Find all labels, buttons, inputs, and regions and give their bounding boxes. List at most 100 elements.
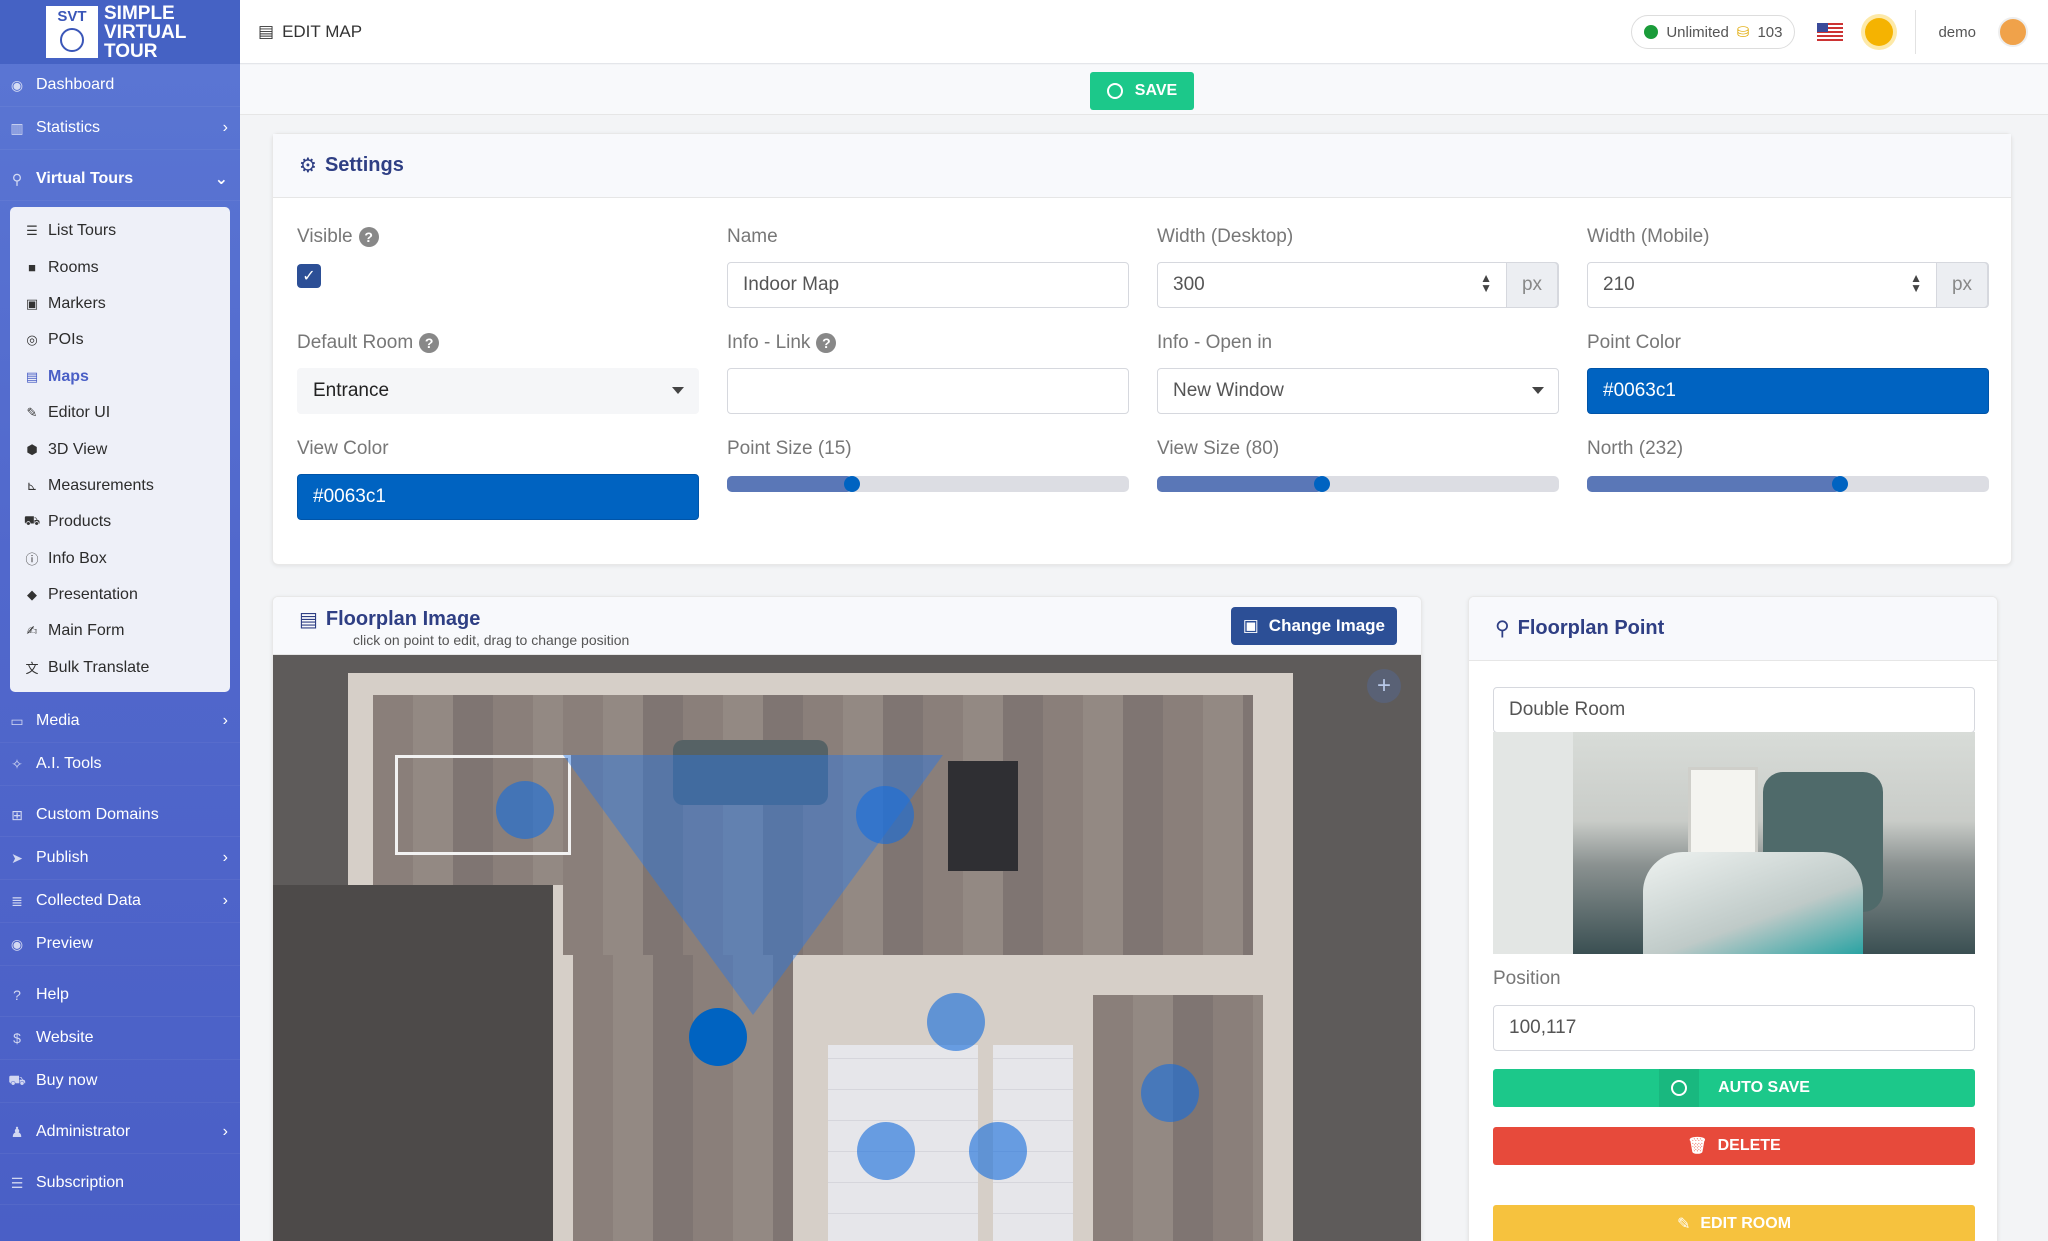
chevron-down-icon: ⌄ xyxy=(214,171,228,188)
sidebar-item-editor-ui[interactable]: ✎ Editor UI xyxy=(10,395,230,431)
width-mobile-input[interactable]: 210 ▲ ▼ px xyxy=(1587,262,1989,308)
sidebar-item-3d-view[interactable]: ⬢ 3D View xyxy=(10,431,230,467)
help-icon[interactable]: ? xyxy=(419,332,440,353)
change-image-button[interactable]: ▣ Change Image xyxy=(1230,607,1397,645)
sidebar-item-info-box[interactable]: ⓘ Info Box xyxy=(10,541,230,577)
logo-line-2: VIRTUAL xyxy=(104,21,187,43)
sidebar-item-label: Maps xyxy=(48,367,89,385)
map-point-active[interactable] xyxy=(689,1008,747,1066)
default-room-label: Default Room? xyxy=(297,332,440,354)
sidebar-item-presentation[interactable]: ◆ Presentation xyxy=(10,577,230,613)
sidebar-item-measurements[interactable]: ⊾ Measurements xyxy=(10,468,230,504)
delete-button[interactable]: 🗑 DELETE xyxy=(1493,1127,1975,1165)
auto-save-button[interactable]: AUTO SAVE xyxy=(1493,1069,1975,1107)
delete-label: DELETE xyxy=(1717,1137,1781,1154)
user-name[interactable]: demo xyxy=(1938,24,1976,41)
sidebar-item-list-tours[interactable]: ☰ List Tours xyxy=(10,213,230,249)
settings-header: ⚙ Settings xyxy=(273,134,2011,198)
map-point[interactable] xyxy=(1141,1064,1199,1122)
sidebar-item-label: Collected Data xyxy=(36,892,141,910)
name-label: Name xyxy=(727,226,778,247)
default-room-label-text: Default Room xyxy=(297,332,414,353)
auto-save-toggle[interactable] xyxy=(1659,1069,1699,1107)
sidebar-item-maps[interactable]: ▤ Maps xyxy=(10,359,230,395)
width-desktop-input[interactable]: 300 ▲ ▼ px xyxy=(1157,262,1559,308)
sidebar-item-dashboard[interactable]: ◉ Dashboard xyxy=(0,64,240,107)
map-point[interactable] xyxy=(969,1122,1027,1180)
view-size-slider[interactable] xyxy=(1157,476,1559,492)
info-open-value: New Window xyxy=(1173,380,1284,401)
width-desktop-value: 300 xyxy=(1173,274,1205,295)
north-slider[interactable] xyxy=(1587,476,1989,492)
sun-icon[interactable] xyxy=(1865,18,1894,46)
default-room-select[interactable]: Entrance xyxy=(297,368,699,414)
floorplan-map[interactable]: + xyxy=(273,655,1421,1241)
point-color-input[interactable]: #0063c1 xyxy=(1587,368,1989,414)
chevron-right-icon: › xyxy=(222,712,228,730)
sidebar-item-main-form[interactable]: ✍ Main Form xyxy=(10,613,230,649)
avatar[interactable] xyxy=(1998,17,2028,47)
slider-handle[interactable] xyxy=(843,476,860,492)
sidebar-item-bulk-translate[interactable]: 文 Bulk Translate xyxy=(10,650,230,686)
sidebar-item-label: Editor UI xyxy=(48,404,111,422)
save-button[interactable]: SAVE xyxy=(1090,72,1194,110)
info-link-input[interactable] xyxy=(727,368,1129,414)
sidebar-item-custom-domains[interactable]: ⊞ Custom Domains xyxy=(0,794,240,838)
edit-room-button[interactable]: ✎ EDIT ROOM xyxy=(1493,1205,1975,1241)
sidebar-item-pois[interactable]: ◎ POIs xyxy=(10,322,230,358)
sidebar-item-publish[interactable]: ➤ Publish › xyxy=(0,837,240,881)
sidebar-item-website[interactable]: $ Website xyxy=(0,1017,240,1061)
map-point[interactable] xyxy=(856,786,914,844)
sidebar-item-virtual-tours[interactable]: ⚲ Virtual Tours ⌄ xyxy=(0,158,240,201)
name-input[interactable]: Indoor Map xyxy=(727,262,1129,308)
view-color-label: View Color xyxy=(297,438,389,459)
sidebar-item-media[interactable]: ▭ Media › xyxy=(0,700,240,744)
sidebar-item-buy-now[interactable]: ⛟ Buy now xyxy=(0,1060,240,1104)
trash-icon: 🗑 xyxy=(1687,1138,1708,1155)
room-name-field[interactable]: Double Room xyxy=(1493,687,1975,733)
point-size-slider[interactable] xyxy=(727,476,1129,492)
sidebar-item-statistics[interactable]: ▥ Statistics › xyxy=(0,107,240,150)
view-color-input[interactable]: #0063c1 xyxy=(297,474,699,520)
sidebar-item-rooms[interactable]: ■ Rooms xyxy=(10,249,230,285)
chevron-right-icon: › xyxy=(222,119,228,136)
zoom-in-button[interactable]: + xyxy=(1367,669,1401,703)
database-icon: ≣ xyxy=(11,892,23,909)
us-flag-icon[interactable] xyxy=(1817,23,1844,41)
stepper-icon[interactable]: ▲ ▼ xyxy=(1480,272,1492,294)
ruler-icon: ⊾ xyxy=(26,477,38,493)
sidebar-item-collected-data[interactable]: ≣ Collected Data › xyxy=(0,880,240,924)
edit-room-label: EDIT ROOM xyxy=(1700,1215,1792,1232)
sidebar-item-help[interactable]: ? Help xyxy=(0,974,240,1018)
sidebar-item-subscription[interactable]: ☰ Subscription xyxy=(0,1162,240,1206)
map-point[interactable] xyxy=(927,993,985,1051)
info-open-select[interactable]: New Window xyxy=(1157,368,1559,414)
stepper-icon[interactable]: ▲ ▼ xyxy=(1910,272,1922,294)
save-button-label: SAVE xyxy=(1134,82,1178,99)
virtual-tours-submenu: ☰ List Tours ■ Rooms ▣ Markers ◎ POIs ▤ Maps … xyxy=(10,207,230,693)
sidebar-item-administrator[interactable]: ♟ Administrator › xyxy=(0,1111,240,1155)
floorplan-table xyxy=(948,761,1018,871)
sidebar-item-label: Markers xyxy=(48,294,106,312)
logo-badge-text: SVT xyxy=(57,8,87,25)
map-point[interactable] xyxy=(496,781,554,839)
visible-label-text: Visible xyxy=(297,226,353,247)
slider-handle[interactable] xyxy=(1832,476,1849,492)
map-point[interactable] xyxy=(857,1122,915,1180)
sidebar-item-ai-tools[interactable]: ✧ A.I. Tools xyxy=(0,743,240,787)
point-color-label: Point Color xyxy=(1587,332,1681,353)
position-input[interactable]: 100,117 xyxy=(1493,1005,1975,1051)
sidebar-item-label: Products xyxy=(48,513,112,531)
plan-badge[interactable]: Unlimited ⛁ 103 xyxy=(1631,15,1796,49)
sidebar-item-markers[interactable]: ▣ Markers xyxy=(10,286,230,322)
sitemap-icon: ⊞ xyxy=(11,806,23,823)
logo[interactable]: SVT SIMPLE VIRTUAL TOUR xyxy=(0,0,240,64)
slider-fill xyxy=(1587,476,1841,492)
sidebar-item-products[interactable]: ⛟ Products xyxy=(10,504,230,540)
help-icon[interactable]: ? xyxy=(816,332,837,353)
help-icon[interactable]: ? xyxy=(358,226,379,247)
sidebar-item-preview[interactable]: ◉ Preview xyxy=(0,923,240,967)
slider-handle[interactable] xyxy=(1313,476,1330,492)
auto-save-label: AUTO SAVE xyxy=(1718,1079,1810,1096)
visible-checkbox[interactable]: ✓ xyxy=(297,264,321,288)
